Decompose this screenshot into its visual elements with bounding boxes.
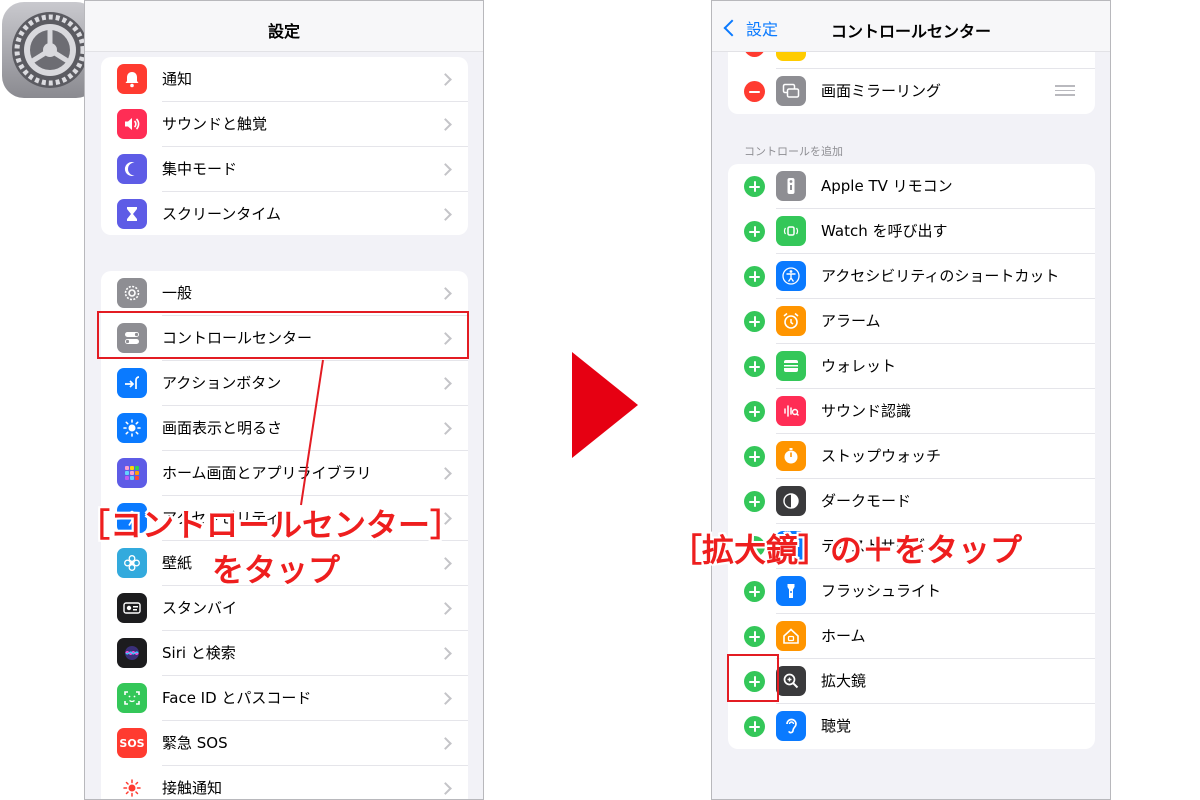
reorder-handle-icon[interactable] [1055, 85, 1075, 97]
more-row-magnifier: 拡大鏡 [728, 659, 1095, 704]
more-row-sound-recognition: サウンド認識 [728, 389, 1095, 434]
callout-right-line1: ［拡大鏡］の＋をタップ [670, 531, 1023, 569]
row-label: ホーム [821, 627, 866, 645]
row-label: 拡大鏡 [821, 672, 867, 690]
add-control-button[interactable] [744, 626, 765, 647]
add-control-button[interactable] [744, 176, 765, 197]
more-row-home: ホーム [728, 614, 1095, 659]
section-header-more-controls: コントロールを追加 [744, 145, 843, 158]
row-label: アラーム [821, 312, 881, 330]
mirror-icon [776, 76, 806, 106]
flashlight-icon [776, 576, 806, 606]
more-row-hearing: 聴覚 [728, 704, 1095, 749]
included-row-screen-mirroring: 画面ミラーリング [728, 69, 1095, 114]
accessibility-icon [776, 261, 806, 291]
page-title: コントロールセンター [830, 22, 991, 41]
more-row-flashlight: フラッシュライト [728, 569, 1095, 614]
nav-bar: 設定 コントロールセンター [712, 1, 1110, 52]
more-row-alarm: アラーム [728, 299, 1095, 344]
row-label: フラッシュライト [821, 582, 942, 600]
next-step-arrow [572, 352, 638, 458]
magnifier-icon [776, 666, 806, 696]
more-row-apple-tv-remote: Apple TV リモコン [728, 164, 1095, 209]
add-control-button[interactable] [744, 716, 765, 737]
add-control-button[interactable] [744, 401, 765, 422]
more-row-stopwatch: ストップウォッチ [728, 434, 1095, 479]
callout-left-line1: ［コントロールセンター］ [78, 506, 463, 544]
home-icon [776, 621, 806, 651]
alarm-icon [776, 306, 806, 336]
remove-control-button[interactable] [744, 81, 765, 102]
watch-icon [776, 216, 806, 246]
ear-icon [776, 711, 806, 741]
more-row-ping-watch: Watch を呼び出す [728, 209, 1095, 254]
row-label: ダークモード [821, 492, 912, 510]
row-label: アクセシビリティのショートカット [821, 267, 1060, 285]
add-control-button[interactable] [744, 311, 765, 332]
row-label: 画面ミラーリング [821, 82, 942, 100]
callout-left-line2: をタップ [212, 551, 341, 589]
more-row-wallet: ウォレット [728, 344, 1095, 389]
add-control-button[interactable] [744, 356, 765, 377]
add-control-button[interactable] [744, 266, 765, 287]
add-control-button[interactable] [744, 491, 765, 512]
row-label: ウォレット [821, 357, 897, 375]
row-label: ストップウォッチ [821, 447, 942, 465]
row-label: 聴覚 [821, 717, 852, 735]
highlight-magnifier-add [727, 654, 779, 702]
more-row-dark-mode: ダークモード [728, 479, 1095, 524]
more-row-accessibility-shortcut: アクセシビリティのショートカット [728, 254, 1095, 299]
add-control-button[interactable] [744, 581, 765, 602]
dark-mode-icon [776, 486, 806, 516]
remote-icon [776, 171, 806, 201]
wallet-icon [776, 351, 806, 381]
row-label: Watch を呼び出す [821, 222, 948, 240]
add-control-button[interactable] [744, 221, 765, 242]
add-control-button[interactable] [744, 446, 765, 467]
row-label: サウンド認識 [821, 402, 912, 420]
stopwatch-icon [776, 441, 806, 471]
row-label: Apple TV リモコン [821, 177, 953, 195]
sound-recognition-icon [776, 396, 806, 426]
more-controls-group: Apple TV リモコン Watch を呼び出す アクセシビリティのショートカ… [728, 164, 1095, 749]
